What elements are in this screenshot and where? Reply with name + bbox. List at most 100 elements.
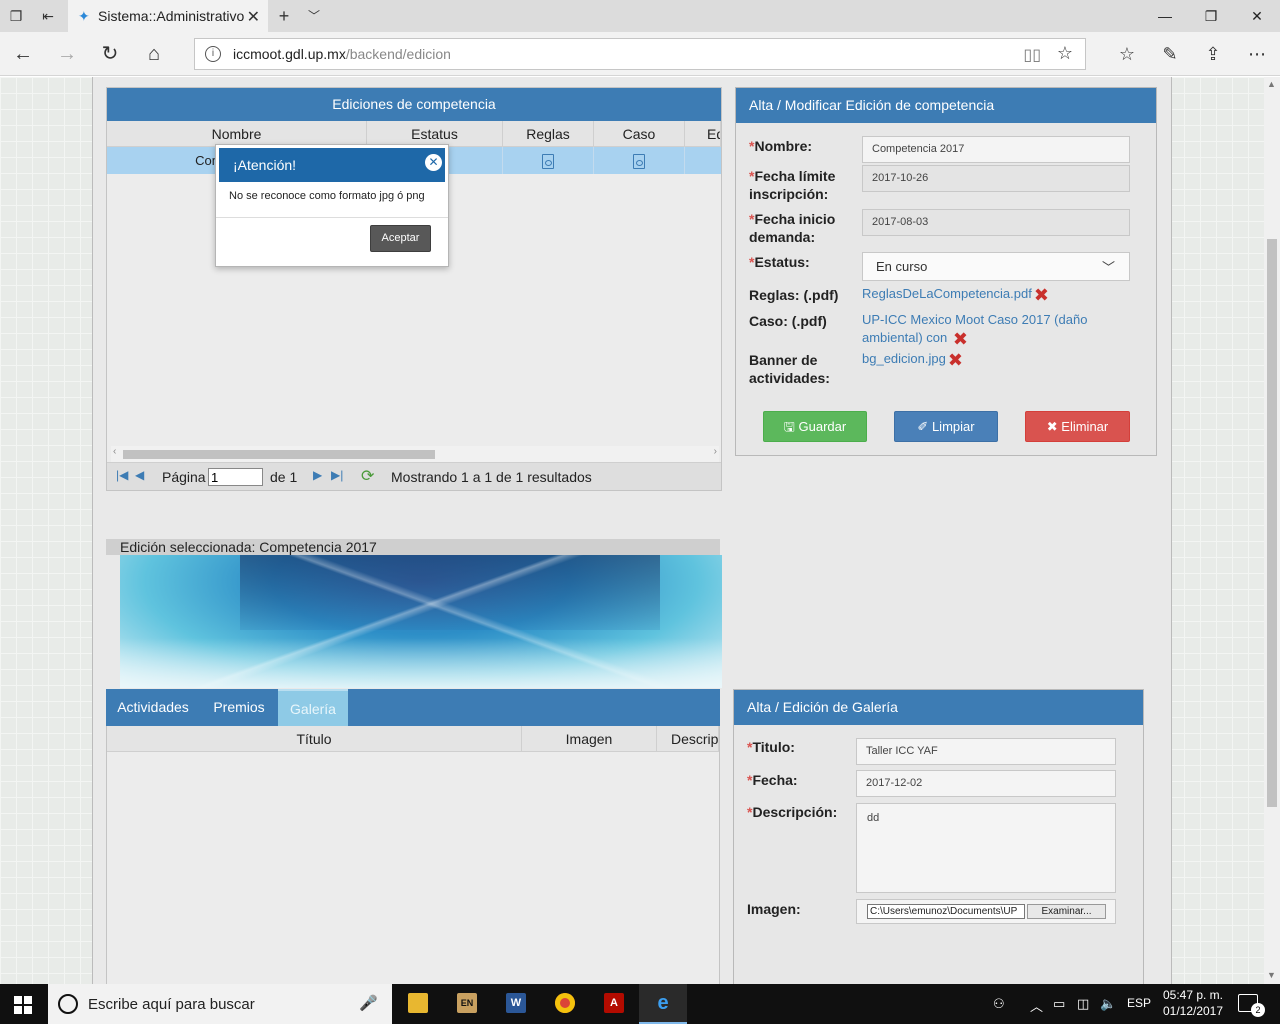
col-header-reglas[interactable]: Reglas [503,121,594,147]
horizontal-scrollbar[interactable]: ‹ › [111,446,719,462]
set-tabs-aside-icon[interactable]: ⇤ [38,6,58,26]
taskbar: Escribe aquí para buscar 🎤 EN W A e ⚇ ︿ … [0,984,1280,1024]
delete-button[interactable]: ✖ Eliminar [1025,411,1130,442]
battery-icon[interactable]: ▭ [1053,996,1065,1012]
file-path-field[interactable]: C:\Users\emunoz\Documents\UP [867,904,1025,919]
chrome-app[interactable] [541,984,589,1024]
page-scroll-thumb[interactable] [1267,239,1277,807]
back-icon[interactable]: ← [8,40,38,68]
last-page-icon[interactable]: ▶| [331,468,343,482]
page-label: Página [162,469,206,485]
pdf-icon[interactable] [542,154,554,170]
microphone-icon[interactable]: 🎤 [359,994,378,1012]
cell-caso [594,147,685,174]
accept-button[interactable]: Aceptar [370,225,431,252]
imagen-file-input[interactable]: C:\Users\emunoz\Documents\UP Examinar... [856,899,1116,924]
estatus-select[interactable]: En curso ﹀ [862,252,1130,281]
banner-file-link[interactable]: bg_edicion.jpg ✖ [862,350,963,369]
nombre-field[interactable]: Competencia 2017 [862,136,1130,163]
windows-start-icon[interactable] [14,996,32,1014]
edition-banner-image [120,555,722,688]
address-bar[interactable]: i iccmoot.gdl.up.mx/backend/edicion ▯▯ ☆ [194,38,1086,70]
favorite-star-icon[interactable]: ☆ [1057,43,1073,64]
delete-file-icon[interactable]: ✖ [1034,286,1049,304]
caso-file-link[interactable]: UP-ICC Mexico Moot Caso 2017 (daño ambien… [862,311,1102,348]
descripcion-label: *Descripción: [747,804,838,820]
next-page-icon[interactable]: ▶ [313,468,322,482]
pdf-icon[interactable] [633,154,645,170]
col-header-caso[interactable]: Caso [594,121,685,147]
cell-reglas [503,147,594,174]
col-header-descripcion[interactable]: Descripc [657,726,719,752]
col-header-imagen[interactable]: Imagen [522,726,657,752]
scroll-down-icon[interactable]: ▼ [1267,970,1276,980]
site-info-icon[interactable]: i [205,46,221,62]
close-dialog-icon[interactable]: ✕ [425,154,442,171]
titulo-label: *Titulo: [747,739,795,755]
restore-icon[interactable]: ❐ [1188,4,1234,28]
edition-form-title: Alta / Modificar Edición de competencia [736,88,1156,123]
word-icon: W [506,993,526,1013]
fecha-inicio-field[interactable]: 2017-08-03 [862,209,1130,236]
acrobat-app[interactable]: A [590,984,638,1024]
reading-view-icon[interactable]: ▯▯ [1023,45,1041,65]
forward-icon[interactable]: → [52,40,82,68]
scroll-right-icon[interactable]: › [714,446,717,457]
page-number-input[interactable] [208,468,263,486]
edge-app[interactable]: e [639,984,687,1024]
home-icon[interactable]: ⌂ [139,40,169,68]
prev-page-icon[interactable]: ◀ [135,468,144,482]
first-page-icon[interactable]: |◀ [116,468,128,482]
delete-file-icon[interactable]: ✖ [953,330,968,348]
browser-tab[interactable]: ✦ Sistema::Administrativo ✕ [68,0,268,32]
browser-nav-bar: ← → ↻ ⌂ i iccmoot.gdl.up.mx/backend/edic… [0,32,1280,76]
tab-galeria[interactable]: Galería [278,689,348,726]
input-language[interactable]: ESP [1127,996,1151,1010]
descripcion-textarea[interactable]: dd [856,803,1116,893]
titulo-field[interactable]: Taller ICC YAF [856,738,1116,765]
clear-button[interactable]: ✐ Limpiar [894,411,998,442]
close-tab-icon[interactable]: ✕ [247,7,260,27]
language-icon: EN [457,993,477,1013]
close-window-icon[interactable]: ✕ [1234,4,1280,28]
col-header-titulo[interactable]: Título [107,726,522,752]
gallery-form-title: Alta / Edición de Galería [734,690,1143,725]
reglas-file-link[interactable]: ReglasDeLaCompetencia.pdf ✖ [862,285,1049,304]
taskbar-clock[interactable]: 05:47 p. m. 01/12/2017 [1160,987,1226,1019]
refresh-icon[interactable]: ↻ [95,40,125,68]
tab-premios[interactable]: Premios [200,689,278,726]
network-icon[interactable]: ◫ [1077,996,1089,1012]
more-menu-icon[interactable]: ⋯ [1242,40,1272,68]
share-icon[interactable]: ⇪ [1198,40,1228,68]
show-hidden-icons-icon[interactable]: ︿ [1030,996,1043,1015]
new-tab-icon[interactable]: + [274,6,294,26]
tab-preview-chevron-icon[interactable]: ﹀ [304,6,324,26]
tab-actividades[interactable]: Actividades [106,689,200,726]
imagen-label: Imagen: [747,901,801,917]
favorites-hub-icon[interactable]: ☆ [1112,40,1142,68]
col-header-edicion[interactable]: Ed [685,121,721,147]
language-app[interactable]: EN [443,984,491,1024]
scroll-left-icon[interactable]: ‹ [113,446,116,457]
action-center-icon[interactable]: 2 [1238,994,1265,1017]
browse-button[interactable]: Examinar... [1027,904,1106,919]
save-button[interactable]: 🖫 Guardar [763,411,867,442]
scroll-up-icon[interactable]: ▲ [1267,79,1276,89]
nombre-label: *Nombre: [749,138,813,154]
page-scrollbar[interactable]: ▲ ▼ [1264,77,1280,984]
minimize-icon[interactable]: — [1142,4,1188,28]
people-icon[interactable]: ⚇ [993,996,1005,1012]
estatus-label: *Estatus: [749,254,810,270]
volume-icon[interactable]: 🔈 [1100,996,1116,1012]
fecha-field[interactable]: 2017-12-02 [856,770,1116,797]
web-note-icon[interactable]: ✎ [1155,40,1185,68]
word-app[interactable]: W [492,984,540,1024]
scroll-thumb[interactable] [123,450,435,459]
delete-icon: ✖ [1046,419,1058,434]
delete-file-icon[interactable]: ✖ [948,351,963,369]
reload-grid-icon[interactable]: ⟳ [361,466,374,486]
file-explorer-app[interactable] [394,984,442,1024]
taskbar-search[interactable]: Escribe aquí para buscar 🎤 [48,984,392,1024]
tab-manager-icon[interactable]: ❐ [6,6,26,26]
fecha-limite-field[interactable]: 2017-10-26 [862,165,1130,192]
